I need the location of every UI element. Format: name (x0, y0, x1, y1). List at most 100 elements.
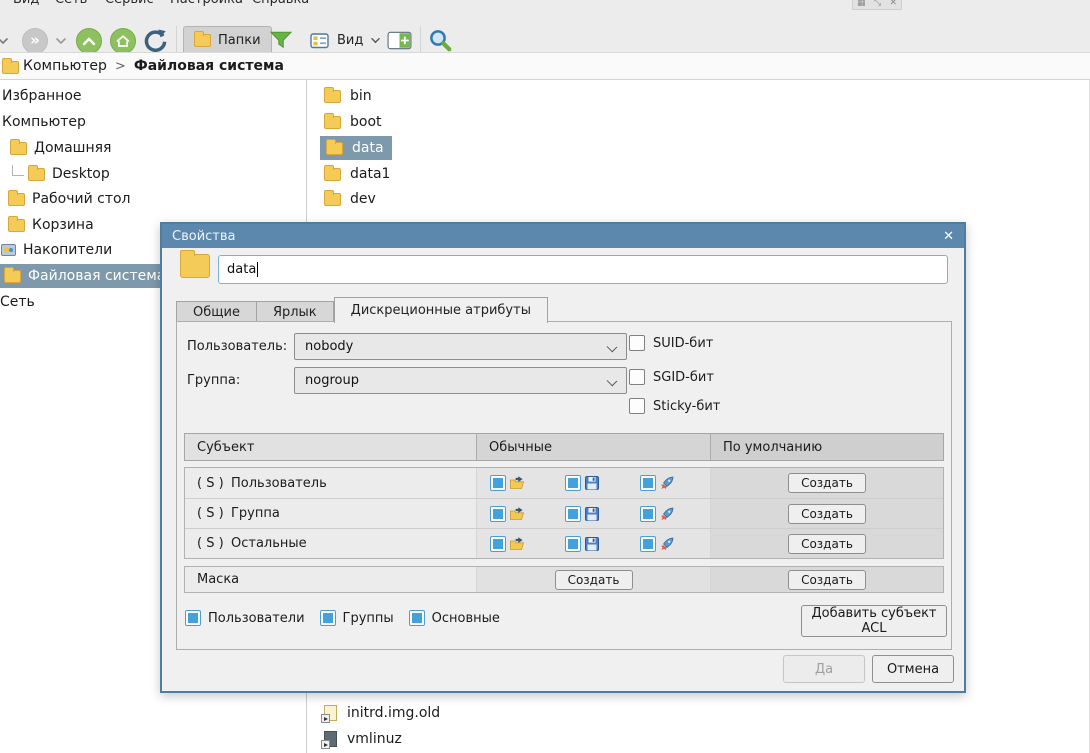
sgid-checkbox[interactable] (629, 369, 645, 385)
home-icon (115, 34, 131, 48)
sticky-checkbox-group[interactable]: Sticky-бит (629, 398, 720, 414)
read-permission[interactable] (490, 506, 525, 522)
execute-rocket-icon (659, 536, 675, 552)
file-item-dev[interactable]: dev (324, 187, 376, 211)
create-default-acl-button[interactable]: Создать (788, 504, 866, 524)
ok-button[interactable]: Да (783, 655, 865, 683)
write-permission[interactable] (565, 536, 600, 552)
sidebar-item-home[interactable]: Домашняя (0, 136, 111, 160)
back-history-chevron-icon[interactable] (0, 37, 9, 45)
forward-history-chevron-icon[interactable] (55, 37, 67, 45)
split-view-icon[interactable] (387, 31, 412, 50)
execute-checkbox[interactable] (640, 506, 656, 522)
read-checkbox[interactable] (490, 536, 506, 552)
tab-label: Дискреционные атрибуты (351, 303, 531, 318)
forward-button[interactable]: » (22, 28, 48, 54)
menu-help[interactable]: Справка (252, 0, 309, 8)
file-name: bin (350, 88, 372, 104)
sidebar-item-work-desktop[interactable]: Рабочий стол (0, 187, 131, 211)
sidebar-item-label: Рабочий стол (32, 191, 131, 207)
create-default-acl-button[interactable]: Создать (788, 473, 866, 493)
filter-groups-checkbox[interactable] (320, 610, 336, 626)
filter-users-checkbox[interactable] (185, 610, 201, 626)
view-mode-button[interactable]: Вид (300, 26, 391, 55)
up-button[interactable] (76, 28, 102, 54)
tab-shortcut[interactable]: Ярлык (257, 301, 334, 323)
sidebar-item-label: Домашняя (34, 140, 111, 156)
file-name: boot (350, 114, 382, 130)
sidebar-item-drives[interactable]: Накопители (0, 238, 112, 262)
create-default-acl-button[interactable]: Создать (788, 534, 866, 554)
execute-permission[interactable] (640, 475, 675, 491)
file-name-value: data (227, 262, 256, 277)
tab-general[interactable]: Общие (176, 301, 257, 323)
folders-toggle-button[interactable]: Папки (183, 26, 272, 55)
acl-row-prefix: ( S ) (185, 506, 231, 521)
file-item-initrd[interactable]: initrd.img.old (324, 701, 440, 725)
sidebar-item-label: Компьютер (2, 114, 86, 130)
close-window-icon[interactable]: ✕ (889, 0, 897, 8)
sidebar-item-trash[interactable]: Корзина (0, 213, 94, 237)
symlink-badge-icon (321, 740, 330, 749)
read-permission[interactable] (490, 475, 525, 491)
write-checkbox[interactable] (565, 475, 581, 491)
chevron-up-icon (82, 37, 96, 46)
search-icon[interactable] (428, 28, 453, 53)
create-default-mask-button[interactable]: Создать (788, 570, 866, 590)
menu-settings[interactable]: Настройка (170, 0, 243, 8)
file-item-data[interactable]: data (320, 136, 392, 160)
sidebar-item-filesystem[interactable]: Файловая система (0, 264, 173, 288)
execute-checkbox[interactable] (640, 475, 656, 491)
file-item-vmlinuz[interactable]: vmlinuz (324, 727, 402, 751)
home-button[interactable] (110, 28, 136, 54)
toolbar-separator (176, 26, 177, 53)
close-icon[interactable]: ✕ (943, 229, 954, 244)
suid-checkbox-group[interactable]: SUID-бит (629, 335, 713, 351)
sidebar-item-favorites[interactable]: Избранное (0, 84, 82, 108)
folder-icon (194, 34, 211, 47)
write-permission[interactable] (565, 475, 600, 491)
file-item-data1[interactable]: data1 (324, 162, 390, 186)
file-name-input[interactable]: data (218, 255, 948, 284)
dialog-title-bar[interactable]: Свойства ✕ (162, 224, 964, 248)
breadcrumb-root[interactable]: Компьютер (23, 58, 107, 74)
sidebar-item-desktop[interactable]: Desktop (0, 162, 110, 186)
tab-discretionary-attributes[interactable]: Дискреционные атрибуты (334, 297, 548, 323)
owner-select[interactable]: nobody (294, 333, 627, 360)
read-permission[interactable] (490, 536, 525, 552)
file-manager-window: Вид Сеть Сервис Настройка Справка ▦ ⤡ ✕ … (0, 0, 1090, 753)
file-item-bin[interactable]: bin (324, 84, 372, 108)
file-item-boot[interactable]: boot (324, 110, 382, 134)
menu-view[interactable]: Вид (13, 0, 39, 8)
breadcrumb-current[interactable]: Файловая система (134, 58, 284, 74)
sidebar-item-computer[interactable]: Компьютер (0, 110, 86, 134)
group-select[interactable]: nogroup (294, 367, 627, 394)
sidebar-item-network[interactable]: Сеть (0, 290, 35, 314)
sticky-checkbox[interactable] (629, 398, 645, 414)
filter-funnel-icon[interactable] (270, 31, 292, 49)
write-checkbox[interactable] (565, 536, 581, 552)
read-checkbox[interactable] (490, 475, 506, 491)
sgid-checkbox-group[interactable]: SGID-бит (629, 369, 714, 385)
menu-tools[interactable]: Сервис (105, 0, 154, 8)
create-mask-button[interactable]: Создать (555, 570, 633, 590)
read-folder-icon (509, 536, 525, 552)
add-acl-subject-button[interactable]: Добавить субъект ACL (801, 605, 947, 637)
write-permission[interactable] (565, 506, 600, 522)
restore-window-icon[interactable]: ⤡ (874, 0, 881, 8)
filter-basic-checkbox[interactable] (409, 610, 425, 626)
suid-checkbox[interactable] (629, 335, 645, 351)
execute-permission[interactable] (640, 536, 675, 552)
acl-tab-panel: Пользователь: nobody SUID-бит Группа: no… (176, 321, 952, 650)
folder-icon (4, 270, 21, 283)
view-button-label: Вид (337, 33, 363, 48)
execute-permission[interactable] (640, 506, 675, 522)
refresh-icon[interactable] (142, 28, 168, 54)
read-checkbox[interactable] (490, 506, 506, 522)
menu-network[interactable]: Сеть (55, 0, 87, 8)
cancel-button[interactable]: Отмена (872, 655, 954, 683)
execute-checkbox[interactable] (640, 536, 656, 552)
write-checkbox[interactable] (565, 506, 581, 522)
grid-icon[interactable]: ▦ (857, 0, 866, 8)
folder-icon (8, 193, 25, 206)
